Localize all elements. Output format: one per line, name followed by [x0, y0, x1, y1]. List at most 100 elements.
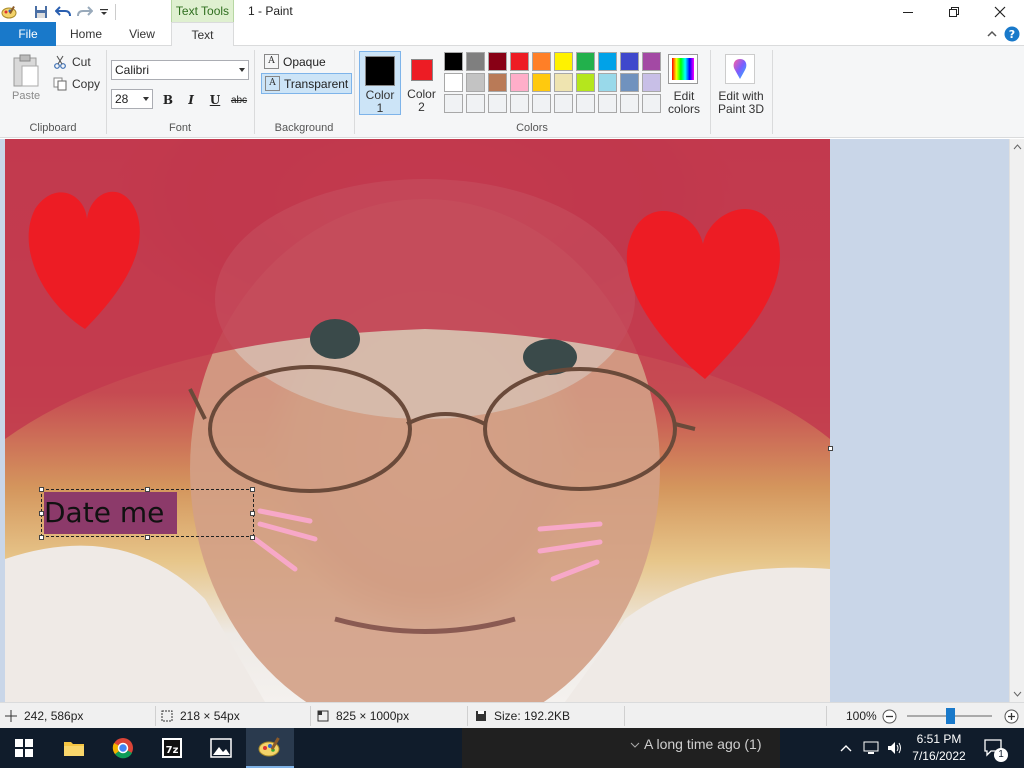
paste-button[interactable]: Paste	[12, 90, 40, 102]
selection-size-value: 218 × 54px	[180, 709, 240, 723]
copy-label: Copy	[72, 77, 101, 91]
palette-swatch[interactable]	[488, 73, 507, 92]
underline-button[interactable]: U	[205, 90, 225, 110]
palette-swatch[interactable]	[466, 73, 485, 92]
show-hidden-icons-button[interactable]	[836, 728, 856, 768]
zoom-slider-thumb[interactable]	[946, 708, 955, 724]
transparent-button[interactable]: A Transparent	[261, 73, 353, 94]
resize-handle[interactable]	[145, 535, 150, 540]
palette-swatch[interactable]	[510, 73, 529, 92]
palette-swatch[interactable]	[554, 94, 573, 113]
palette-swatch[interactable]	[554, 73, 573, 92]
status-separator	[826, 706, 827, 726]
palette-swatch[interactable]	[510, 52, 529, 71]
notification-count-badge: 1	[994, 748, 1008, 762]
tab-view[interactable]: View	[116, 22, 168, 46]
resize-handle[interactable]	[39, 487, 44, 492]
start-button[interactable]	[0, 728, 48, 768]
resize-handle[interactable]	[250, 487, 255, 492]
paint3d-line2: Paint 3D	[717, 102, 765, 116]
edit-with-paint3d-button[interactable]: Edit with Paint 3D	[714, 90, 768, 116]
help-icon[interactable]: ?	[1004, 26, 1020, 42]
palette-swatch[interactable]	[598, 94, 617, 113]
palette-swatch[interactable]	[532, 94, 551, 113]
drawing-canvas[interactable]: Date me	[5, 139, 830, 702]
palette-swatch[interactable]	[554, 52, 573, 71]
paint3d-icon[interactable]	[725, 54, 755, 84]
palette-swatch[interactable]	[444, 94, 463, 113]
file-explorer-icon[interactable]	[50, 728, 98, 768]
edit-colors-icon[interactable]	[668, 54, 698, 84]
italic-button[interactable]: I	[181, 90, 201, 110]
palette-swatch[interactable]	[642, 52, 661, 71]
text-selection-box[interactable]	[41, 489, 254, 537]
undo-icon[interactable]	[54, 3, 72, 21]
palette-swatch[interactable]	[642, 94, 661, 113]
opaque-label: Opaque	[283, 54, 326, 69]
zoom-in-button[interactable]	[1004, 709, 1019, 724]
palette-swatch[interactable]	[620, 94, 639, 113]
restore-button[interactable]	[931, 0, 977, 24]
palette-swatch[interactable]	[642, 73, 661, 92]
customize-toolbar-icon[interactable]	[95, 3, 113, 21]
background-group-label: Background	[274, 122, 334, 134]
close-button[interactable]	[977, 0, 1023, 24]
tab-text[interactable]: Text	[171, 22, 234, 47]
color1-button[interactable]: Color 1	[359, 51, 401, 115]
vertical-scrollbar[interactable]	[1009, 139, 1024, 702]
minimize-button[interactable]	[885, 0, 931, 24]
resize-handle[interactable]	[39, 511, 44, 516]
notifications-button[interactable]: 1	[980, 728, 1008, 768]
7zip-icon[interactable]: 7z	[148, 728, 196, 768]
collapse-ribbon-icon[interactable]	[984, 26, 1000, 42]
palette-swatch[interactable]	[620, 52, 639, 71]
edit-colors-button[interactable]: Edit colors	[660, 90, 708, 116]
palette-swatch[interactable]	[598, 73, 617, 92]
palette-swatch[interactable]	[532, 52, 551, 71]
palette-swatch[interactable]	[510, 94, 529, 113]
cursor-position: 242, 586px	[4, 709, 83, 723]
redo-icon[interactable]	[76, 3, 94, 21]
clipboard-group-label: Clipboard	[29, 122, 77, 134]
resize-handle[interactable]	[39, 535, 44, 540]
opaque-button[interactable]: A Opaque	[261, 51, 329, 72]
svg-text:7z: 7z	[166, 745, 179, 756]
save-icon[interactable]	[32, 3, 50, 21]
tab-home[interactable]: Home	[60, 22, 112, 46]
palette-swatch[interactable]	[598, 52, 617, 71]
copy-button[interactable]: Copy	[52, 74, 100, 94]
network-icon[interactable]	[860, 728, 882, 768]
workspace[interactable]: Date me	[0, 139, 1009, 702]
palette-swatch[interactable]	[488, 52, 507, 71]
palette-swatch[interactable]	[444, 73, 463, 92]
paint-app-icon[interactable]	[0, 3, 18, 21]
resize-handle[interactable]	[145, 487, 150, 492]
palette-swatch[interactable]	[620, 73, 639, 92]
font-family-dropdown[interactable]: Calibri	[111, 60, 249, 80]
font-size-dropdown[interactable]: 28	[111, 89, 153, 109]
palette-swatch[interactable]	[488, 94, 507, 113]
palette-swatch[interactable]	[466, 52, 485, 71]
image-size-value: 825 × 1000px	[336, 709, 410, 723]
volume-icon[interactable]	[884, 728, 906, 768]
resize-handle[interactable]	[250, 511, 255, 516]
bold-button[interactable]: B	[158, 90, 178, 110]
paint-taskbar-icon[interactable]	[246, 728, 294, 768]
chrome-icon[interactable]	[99, 728, 147, 768]
canvas-resize-handle[interactable]	[828, 446, 833, 451]
cut-button[interactable]: Cut	[52, 52, 91, 72]
palette-swatch[interactable]	[576, 94, 595, 113]
paste-icon[interactable]	[12, 54, 40, 88]
zoom-out-button[interactable]	[882, 709, 897, 724]
strikethrough-button[interactable]: abc	[229, 90, 249, 110]
palette-swatch[interactable]	[576, 73, 595, 92]
palette-swatch[interactable]	[532, 73, 551, 92]
color2-button[interactable]: Color 2	[403, 51, 440, 115]
system-clock[interactable]: 6:51 PM 7/16/2022	[906, 731, 972, 765]
resize-handle[interactable]	[250, 535, 255, 540]
tab-file[interactable]: File	[0, 22, 56, 46]
photos-icon[interactable]	[197, 728, 245, 768]
palette-swatch[interactable]	[466, 94, 485, 113]
palette-swatch[interactable]	[444, 52, 463, 71]
palette-swatch[interactable]	[576, 52, 595, 71]
